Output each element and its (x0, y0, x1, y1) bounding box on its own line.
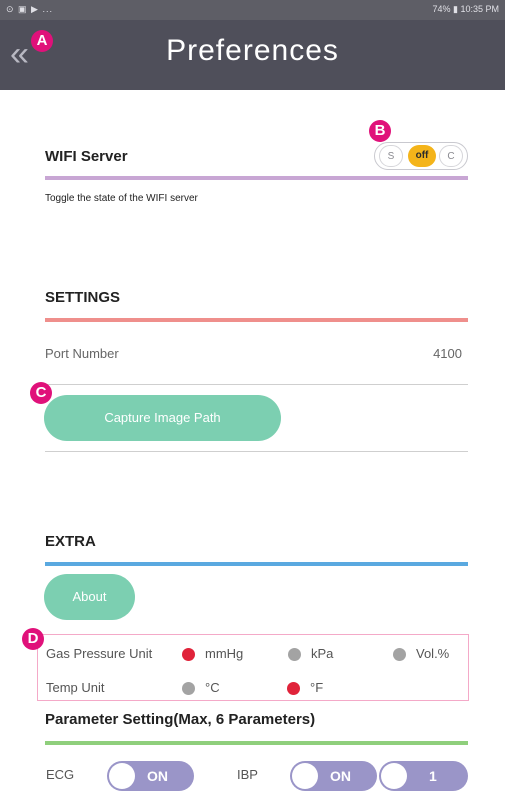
extra-section-title: EXTRA (45, 533, 96, 550)
parameter-divider-bar (45, 741, 468, 745)
wifi-option-off[interactable]: off (408, 145, 436, 167)
ibp-count-knob (381, 763, 407, 789)
callout-marker-a: A (31, 30, 53, 52)
page-title: Preferences (166, 34, 339, 67)
ecg-toggle-knob (109, 763, 135, 789)
gas-unit-kpa-label[interactable]: kPa (311, 646, 333, 661)
parameter-setting-title: Parameter Setting(Max, 6 Parameters) (45, 711, 316, 728)
callout-marker-c: C (30, 382, 52, 404)
about-button[interactable]: About (44, 574, 135, 620)
temp-unit-c-label[interactable]: °C (205, 680, 220, 695)
ecg-toggle[interactable]: ON (107, 761, 194, 791)
wifi-option-c[interactable]: C (439, 145, 463, 167)
gas-pressure-unit-label: Gas Pressure Unit (46, 646, 153, 661)
temp-unit-c-radio[interactable] (182, 682, 195, 695)
port-number-label: Port Number (45, 346, 119, 361)
ibp-count-toggle[interactable]: 1 (379, 761, 468, 791)
app-header: « Preferences (0, 20, 505, 90)
settings-divider-bar (45, 318, 468, 322)
gas-unit-vol-radio[interactable] (393, 648, 406, 661)
port-number-value[interactable]: 4100 (433, 346, 462, 361)
wifi-description: Toggle the state of the WIFI server (45, 193, 198, 204)
ibp-count-label: 1 (429, 768, 437, 784)
ibp-toggle-label: ON (330, 768, 351, 784)
wifi-divider-bar (45, 176, 468, 180)
wifi-section-title: WIFI Server (45, 148, 128, 165)
gas-unit-vol-label[interactable]: Vol.% (416, 646, 449, 661)
callout-marker-d: D (22, 628, 44, 650)
ibp-toggle[interactable]: ON (290, 761, 377, 791)
status-battery-time: 74% ▮ 10:35 PM (432, 4, 500, 14)
ibp-label: IBP (237, 767, 258, 782)
gas-unit-mmhg-label[interactable]: mmHg (205, 646, 243, 661)
callout-marker-b: B (369, 120, 391, 142)
temp-unit-f-label[interactable]: °F (310, 680, 323, 695)
wifi-option-s[interactable]: S (379, 145, 403, 167)
ibp-toggle-knob (292, 763, 318, 789)
capture-image-path-button[interactable]: Capture Image Path (44, 395, 281, 441)
port-divider (45, 384, 468, 385)
capture-divider (45, 451, 468, 452)
status-bar: ⊙ ▣ ▶ ... 74% ▮ 10:35 PM (0, 0, 505, 20)
settings-section-title: SETTINGS (45, 289, 121, 306)
gas-unit-kpa-radio[interactable] (288, 648, 301, 661)
gas-unit-mmhg-radio[interactable] (182, 648, 195, 661)
temp-unit-f-radio[interactable] (287, 682, 300, 695)
ecg-label: ECG (46, 767, 75, 782)
ecg-toggle-label: ON (147, 768, 168, 784)
status-icons: ⊙ ▣ ▶ ... (6, 4, 53, 14)
wifi-mode-selector: S off C (374, 142, 468, 170)
temp-unit-label: Temp Unit (46, 680, 105, 695)
extra-divider-bar (45, 562, 468, 566)
